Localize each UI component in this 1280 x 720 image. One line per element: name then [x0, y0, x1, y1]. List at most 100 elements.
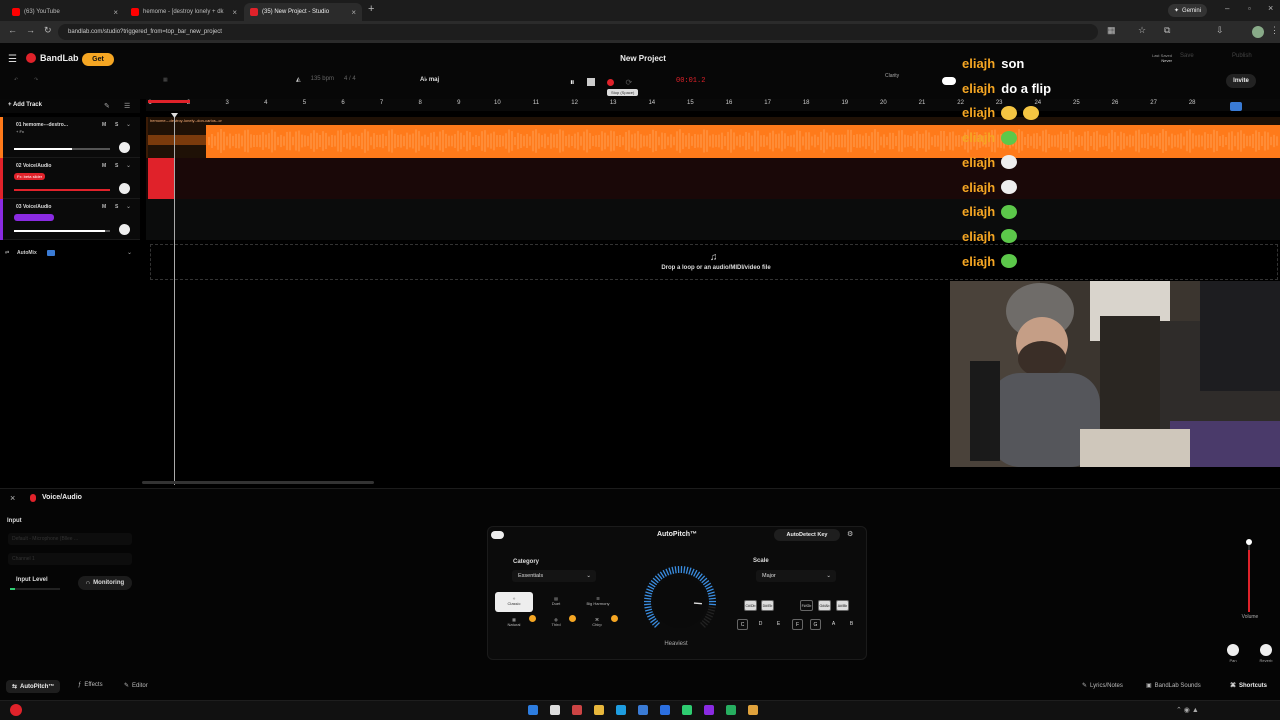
download-icon[interactable]: ⇩ [1216, 25, 1224, 36]
tab-editor[interactable]: ✎ Editor [124, 682, 148, 690]
solo-button[interactable]: S [115, 204, 118, 210]
app-icon[interactable] [704, 705, 714, 715]
reload-icon[interactable]: ↻ [44, 25, 52, 36]
url-field[interactable]: bandlab.com/studio?triggered_from=top_ba… [58, 24, 1098, 40]
forward-icon[interactable]: → [26, 25, 35, 35]
scale-key-natural[interactable]: A [828, 619, 839, 630]
scale-key-sharp[interactable]: C#/Db [744, 600, 757, 611]
app-icon[interactable] [572, 705, 582, 715]
publish-button[interactable]: Publish [1232, 53, 1252, 59]
close-icon[interactable]: × [113, 8, 118, 17]
volume-slider[interactable] [14, 189, 110, 191]
track-name[interactable]: 02 Voice/Audio [16, 163, 51, 169]
chevron-down-icon[interactable]: ⌄ [127, 249, 132, 256]
tab-autopitch[interactable]: ⇆ AutoPitch™ [6, 680, 61, 693]
edge-icon[interactable] [616, 705, 626, 715]
tab-bandlab-studio[interactable]: (35) New Project - Studio × [244, 3, 362, 21]
solo-button[interactable]: S [115, 122, 118, 128]
track-name[interactable]: 03 Voice/Audio [16, 204, 51, 210]
chevron-down-icon[interactable]: ⌄ [126, 121, 131, 128]
channel-select[interactable]: Channel 1 [8, 553, 132, 565]
track-header-1[interactable]: 01 hemome---destro... + Fx M S ⌄ [0, 117, 140, 158]
loop-icon[interactable]: ⟳ [626, 78, 633, 87]
category-select[interactable]: Essentials ⌄ [512, 570, 596, 582]
mute-button[interactable]: M [102, 163, 106, 169]
style-chirp[interactable]: ⌘ Chirp [579, 617, 615, 637]
undo-icon[interactable]: ↶ [14, 77, 18, 83]
track-fx-tag[interactable]: Fx: beta slider [14, 173, 46, 180]
pitch-correction-dial[interactable] [640, 566, 720, 636]
key-signature[interactable]: A♭ maj [420, 76, 439, 83]
track-lane-2[interactable] [146, 158, 1280, 199]
time-signature[interactable]: 4 / 4 [344, 76, 356, 83]
menu-dots-icon[interactable]: ⋮ [1270, 25, 1279, 36]
scale-key-sharp[interactable]: F#/Gb [800, 600, 813, 611]
track-fx-tag[interactable] [14, 214, 54, 221]
bandlab-logo[interactable]: BandLab [26, 53, 79, 63]
mute-button[interactable]: M [102, 204, 106, 210]
track-lane-3[interactable] [146, 199, 1280, 240]
volume-handle[interactable] [1246, 539, 1252, 545]
tab-effects[interactable]: ƒ Effects [78, 682, 103, 688]
scale-key-natural[interactable]: C [737, 619, 748, 630]
app-icon[interactable] [638, 705, 648, 715]
track-header-3[interactable]: 03 Voice/Audio M S ⌄ [0, 199, 140, 240]
extension-icon[interactable]: ▦ [1107, 25, 1116, 36]
pause-icon[interactable]: ⏸ [570, 77, 575, 88]
add-track-button[interactable]: + Add Track [8, 102, 42, 108]
track-name[interactable]: 01 hemome---destro... [16, 122, 68, 128]
volume-slider[interactable] [14, 148, 110, 150]
app-icon[interactable] [660, 705, 670, 715]
recorded-clip[interactable] [148, 158, 174, 199]
scale-key-natural[interactable]: D [755, 619, 766, 630]
playhead[interactable] [174, 113, 175, 485]
bookmark-star-icon[interactable]: ☆ [1138, 25, 1146, 36]
solo-button[interactable]: S [115, 163, 118, 169]
gemini-button[interactable]: ✦ Gemini [1168, 4, 1208, 17]
stop-icon[interactable] [586, 78, 595, 86]
maximize-icon[interactable]: ▫ [1248, 4, 1251, 13]
pan-knob[interactable] [119, 224, 130, 235]
metronome-icon[interactable]: ◭ [296, 76, 301, 83]
horizontal-scrollbar[interactable] [142, 481, 374, 484]
scale-key-sharp[interactable]: D#/Eb [761, 600, 774, 611]
scale-key-natural[interactable]: B [846, 619, 857, 630]
tab-youtube[interactable]: (63) YouTube × [6, 3, 124, 21]
audio-clip[interactable]: hemome---destroy-lonely--don-carlos--cr [148, 117, 1280, 158]
scale-key-sharp[interactable]: A#/Bb [836, 600, 849, 611]
tab-song[interactable]: hemome - [destroy lonely + dk × [125, 3, 243, 21]
style-natural[interactable]: ▦ Natural [496, 617, 532, 637]
pan-knob[interactable] [119, 142, 130, 153]
scale-key-natural[interactable]: F [792, 619, 803, 630]
new-tab-icon[interactable]: + [368, 3, 374, 15]
scale-select[interactable]: Major ⌄ [756, 570, 836, 582]
close-icon[interactable]: × [232, 8, 237, 17]
minimize-icon[interactable]: – [1225, 4, 1229, 13]
tempo-value[interactable]: 135 bpm [311, 76, 334, 83]
app-icon[interactable] [726, 705, 736, 715]
volume-fader[interactable] [1248, 540, 1250, 612]
project-title[interactable]: New Project [560, 54, 726, 63]
extensions-puzzle-icon[interactable]: ⧉ [1164, 25, 1170, 36]
task-view-icon[interactable] [550, 705, 560, 715]
close-icon[interactable]: × [351, 8, 356, 17]
track-fx-label[interactable]: + Fx [16, 129, 24, 134]
list-view-icon[interactable]: ☰ [124, 102, 130, 110]
style-big-harmony[interactable]: ☰ Big Harmony [578, 592, 618, 612]
input-device-select[interactable]: Default - Microphone (Bllee ... [8, 533, 132, 545]
redo-icon[interactable]: ↷ [34, 77, 38, 83]
chrome-icon[interactable] [748, 705, 758, 715]
scale-key-sharp[interactable]: G#/Ab [818, 600, 831, 611]
shortcuts-button[interactable]: ⌘ Shortcuts [1230, 682, 1267, 690]
hamburger-menu-icon[interactable]: ☰ [8, 54, 17, 65]
pan-knob[interactable] [1227, 644, 1239, 656]
timeline-ruler[interactable]: 1 2 3 4 5 6 7 8 9 10 11 12 13 14 15 16 17 18 19 20 21 22 23 24 2… [146, 99, 1280, 111]
file-explorer-icon[interactable] [594, 705, 604, 715]
automix-label[interactable]: AutoMix [17, 250, 37, 256]
lyrics-notes-button[interactable]: ✎ Lyrics/Notes [1082, 682, 1123, 690]
profile-avatar[interactable] [1252, 26, 1264, 38]
scale-key-natural[interactable]: G [810, 619, 821, 630]
clarity-toggle[interactable] [942, 77, 956, 85]
window-close-icon[interactable]: × [1268, 3, 1273, 13]
bandlab-tray-icon[interactable] [10, 704, 22, 716]
